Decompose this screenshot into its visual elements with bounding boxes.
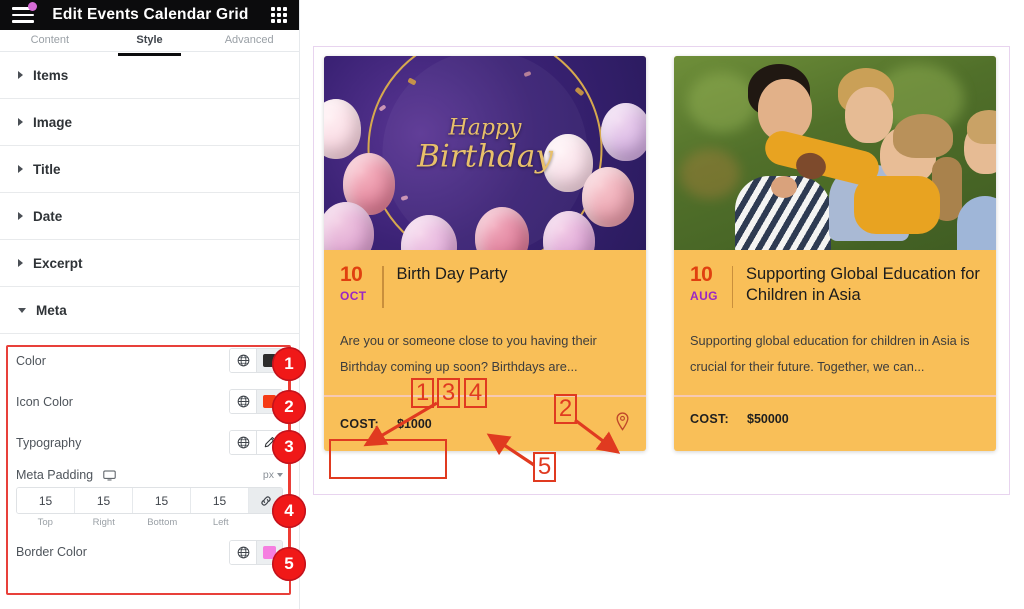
badge-3: 3 — [272, 430, 306, 464]
event-excerpt: Supporting global education for children… — [690, 333, 970, 374]
map-pin-icon[interactable] — [615, 412, 630, 436]
apps-grid-icon[interactable] — [271, 7, 287, 23]
event-date: 10 OCT — [340, 264, 382, 302]
padding-left-input[interactable]: 15 — [191, 488, 249, 513]
annotation-label-5: 5 — [533, 452, 556, 482]
chevron-right-icon — [18, 259, 23, 267]
tab-style[interactable]: Style — [100, 30, 200, 56]
children-hugging-outdoors-image — [674, 56, 996, 250]
section-label: Excerpt — [33, 255, 83, 271]
sidebar-item-excerpt[interactable]: Excerpt — [0, 240, 299, 287]
image-text-line2: Birthday — [417, 139, 553, 176]
meta-padding-header: Meta Padding px — [16, 463, 283, 487]
sidebar-item-title[interactable]: Title — [0, 146, 299, 193]
meta-padding-inputs: 15 15 15 15 — [16, 487, 283, 514]
date-separator — [382, 266, 384, 308]
control-row-typography: Typography — [16, 422, 283, 463]
sidebar-item-image[interactable]: Image — [0, 99, 299, 146]
hamburger-menu-icon[interactable] — [12, 2, 37, 23]
chevron-down-icon — [277, 473, 283, 477]
chevron-right-icon — [18, 71, 23, 79]
event-excerpt: Are you or someone close to you having t… — [340, 333, 597, 374]
typography-label: Typography — [16, 435, 82, 450]
chevron-right-icon — [18, 118, 23, 126]
event-title[interactable]: Supporting Global Education for Children… — [746, 264, 980, 306]
padding-top-input[interactable]: 15 — [17, 488, 75, 513]
globe-icon[interactable] — [230, 349, 256, 372]
control-row-border-color: Border Color — [16, 528, 283, 576]
tab-content[interactable]: Content — [0, 30, 100, 51]
badge-1: 1 — [272, 347, 306, 381]
notification-dot-icon — [28, 2, 37, 11]
desktop-monitor-icon[interactable] — [103, 470, 116, 481]
meta-settings-body: Color Icon Color Typography Meta Padding… — [0, 334, 299, 586]
sidebar-item-items[interactable]: Items — [0, 52, 299, 99]
globe-icon[interactable] — [230, 390, 256, 413]
event-card[interactable]: 10 AUG Supporting Global Education for C… — [674, 56, 996, 452]
style-sections: Items Image Title Date Excerpt Meta — [0, 52, 299, 334]
chevron-down-icon — [18, 307, 26, 313]
app-topbar: Edit Events Calendar Grid — [0, 0, 299, 30]
page-title: Edit Events Calendar Grid — [52, 6, 249, 23]
meta-padding-side-labels: Top Right Bottom Left — [16, 517, 283, 528]
event-header: 10 OCT Birth Day Party — [340, 264, 630, 310]
panel-tabs: Content Style Advanced — [0, 30, 299, 56]
padding-unit-selector[interactable]: px — [263, 469, 283, 481]
section-label: Date — [33, 208, 63, 224]
globe-icon[interactable] — [230, 540, 256, 564]
badge-5: 5 — [272, 547, 306, 581]
sidebar-item-meta[interactable]: Meta — [0, 287, 299, 334]
control-row-icon-color: Icon Color — [16, 381, 283, 422]
happy-birthday-balloons-image: Happy Birthday — [324, 56, 646, 250]
event-month: AUG — [690, 289, 718, 303]
event-day: 10 — [340, 263, 363, 286]
section-label: Items — [33, 67, 69, 83]
control-row-color: Color — [16, 340, 283, 381]
border-color-label: Border Color — [16, 545, 87, 559]
cost-value: $1000 — [397, 417, 432, 432]
event-day: 10 — [690, 263, 713, 286]
color-label: Color — [16, 353, 46, 368]
settings-panel: Edit Events Calendar Grid Content Style … — [0, 0, 300, 609]
event-card-body: 10 OCT Birth Day Party Are you or someon… — [324, 250, 646, 379]
preview-canvas: Happy Birthday 10 OCT Birth Day Party Ar… — [313, 46, 1010, 495]
padding-label-top: Top — [37, 517, 53, 528]
section-label: Image — [33, 114, 73, 130]
badge-2: 2 — [272, 390, 306, 424]
event-header: 10 AUG Supporting Global Education for C… — [690, 264, 980, 310]
event-month: OCT — [340, 289, 367, 303]
padding-right-input[interactable]: 15 — [75, 488, 133, 513]
badge-4: 4 — [272, 494, 306, 528]
annotation-label-4: 4 — [464, 378, 487, 408]
event-date: 10 AUG — [690, 264, 732, 302]
padding-label-left: Left — [212, 517, 229, 528]
padding-label-bottom: Bottom — [147, 517, 178, 528]
section-label: Title — [33, 161, 61, 177]
image-text-line1: Happy — [448, 115, 522, 141]
icon-color-label: Icon Color — [16, 394, 73, 409]
event-card-body: 10 AUG Supporting Global Education for C… — [674, 250, 996, 379]
meta-padding-label: Meta Padding — [16, 468, 94, 482]
date-separator — [732, 266, 733, 308]
cost-value: $50000 — [747, 412, 789, 427]
chevron-right-icon — [18, 165, 23, 173]
birthday-image-text: Happy Birthday — [417, 117, 553, 174]
sidebar-item-date[interactable]: Date — [0, 193, 299, 240]
globe-icon[interactable] — [230, 431, 256, 454]
padding-unit-value: px — [262, 469, 274, 481]
annotation-highlight-cost — [329, 439, 447, 479]
event-meta-row: COST: $50000 — [674, 395, 996, 441]
section-label: Meta — [36, 302, 67, 318]
event-title[interactable]: Birth Day Party — [397, 264, 508, 285]
cost-label: COST: — [340, 417, 379, 432]
padding-label-right: Right — [92, 517, 115, 528]
padding-bottom-input[interactable]: 15 — [133, 488, 191, 513]
tab-advanced[interactable]: Advanced — [199, 30, 299, 51]
annotation-label-1: 1 — [411, 378, 434, 408]
annotation-label-2: 2 — [554, 394, 577, 424]
chevron-right-icon — [18, 212, 23, 220]
annotation-label-3: 3 — [437, 378, 460, 408]
cost-label: COST: — [690, 412, 729, 427]
